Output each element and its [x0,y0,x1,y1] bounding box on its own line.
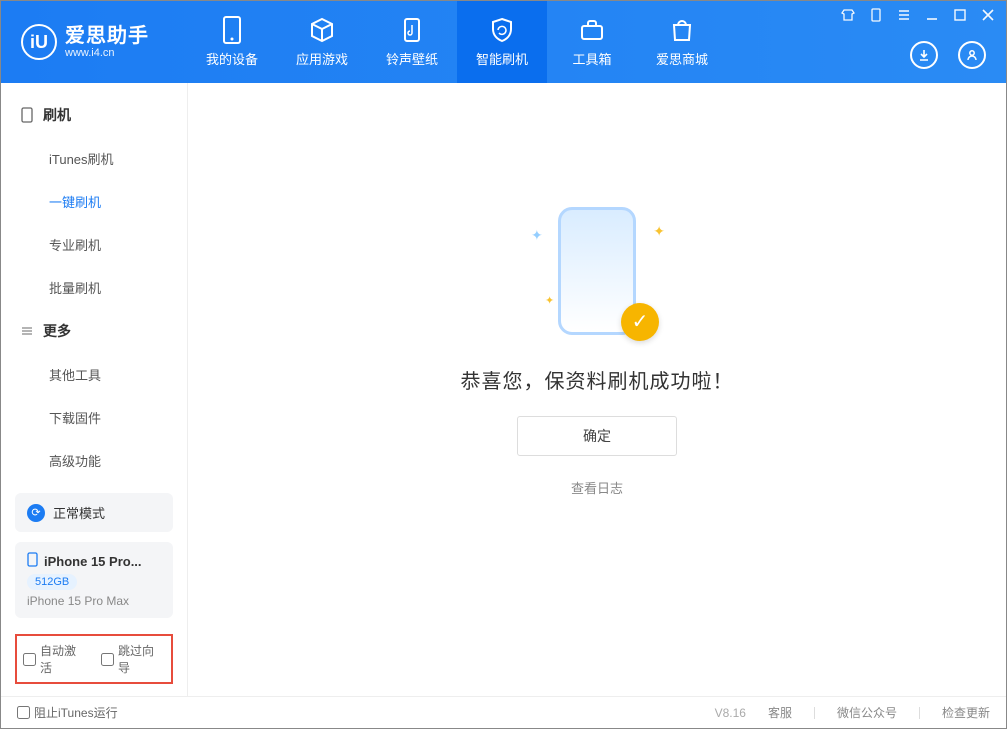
shield-sync-icon [488,16,516,44]
top-nav: 我的设备 应用游戏 铃声壁纸 智能刷机 工具箱 爱思商城 [187,1,727,83]
footer-link-wechat[interactable]: 微信公众号 [837,704,897,721]
device-mode-label: 正常模式 [53,503,105,522]
sidebar-item-pro-flash[interactable]: 专业刷机 [1,223,187,266]
brand-site: www.i4.cn [65,47,149,59]
download-icon[interactable] [910,41,938,69]
cube-icon [308,16,336,44]
sidebar-item-advanced[interactable]: 高级功能 [1,439,187,482]
checkbox-label: 阻止iTunes运行 [34,704,118,721]
nav-smart-flash[interactable]: 智能刷机 [457,1,547,83]
device-small-icon [19,107,35,123]
brand-title: 爱思助手 [65,25,149,47]
checkbox-label: 跳过向导 [118,642,165,676]
brand-logo-icon: iU [21,24,57,60]
minimize-icon[interactable] [924,7,940,23]
nav-my-device[interactable]: 我的设备 [187,1,277,83]
checkbox-input[interactable] [17,706,30,719]
check-badge-icon: ✓ [621,303,659,341]
toolbox-icon [578,16,606,44]
sidebar: 刷机 iTunes刷机 一键刷机 专业刷机 批量刷机 更多 其他工具 下载固件 … [1,83,187,696]
nav-store[interactable]: 爱思商城 [637,1,727,83]
sidebar-item-onekey-flash[interactable]: 一键刷机 [1,180,187,223]
checkbox-block-itunes[interactable]: 阻止iTunes运行 [17,704,118,721]
main-content: ✦ ✦ ✦ ✓ 恭喜您，保资料刷机成功啦！ 确定 查看日志 [187,83,1006,696]
sparkle-icon: ✦ [653,223,665,240]
version-label: V8.16 [715,706,746,720]
sidebar-group-more[interactable]: 更多 [1,309,187,353]
footer-link-update[interactable]: 检查更新 [942,704,990,721]
app-header: iU 爱思助手 www.i4.cn 我的设备 应用游戏 铃声壁纸 智能刷机 [1,1,1006,83]
nav-label: 铃声壁纸 [386,49,438,68]
maximize-icon[interactable] [952,7,968,23]
nav-apps-games[interactable]: 应用游戏 [277,1,367,83]
sidebar-group-label: 刷机 [43,105,71,125]
menu-icon[interactable] [896,7,912,23]
nav-label: 工具箱 [572,49,611,68]
checkbox-skip-wizard[interactable]: 跳过向导 [101,642,165,676]
close-icon[interactable] [980,7,996,23]
checkbox-input[interactable] [23,653,36,666]
nav-label: 爱思商城 [656,49,708,68]
feedback-icon[interactable] [868,7,884,23]
sparkle-icon: ✦ [531,227,543,244]
flash-options-box: 自动激活 跳过向导 [15,634,173,684]
checkbox-label: 自动激活 [40,642,87,676]
more-icon [19,323,35,339]
sidebar-item-other-tools[interactable]: 其他工具 [1,353,187,396]
divider [919,707,920,719]
device-small-icon [27,552,38,570]
device-icon [218,16,246,44]
success-illustration: ✦ ✦ ✦ ✓ [527,203,667,343]
checkbox-auto-activate[interactable]: 自动激活 [23,642,87,676]
sync-icon: ⟳ [27,504,45,522]
sidebar-item-download-firmware[interactable]: 下载固件 [1,396,187,439]
footer-link-support[interactable]: 客服 [768,704,792,721]
nav-label: 应用游戏 [296,49,348,68]
music-icon [398,16,426,44]
footer: 阻止iTunes运行 V8.16 客服 微信公众号 检查更新 [1,696,1006,728]
sidebar-item-itunes-flash[interactable]: iTunes刷机 [1,137,187,180]
nav-label: 智能刷机 [476,49,528,68]
user-icon[interactable] [958,41,986,69]
skin-icon[interactable] [840,7,856,23]
device-mode-status[interactable]: ⟳ 正常模式 [15,493,173,532]
brand: iU 爱思助手 www.i4.cn [1,1,187,83]
device-capacity-badge: 512GB [27,574,77,590]
success-message: 恭喜您，保资料刷机成功啦！ [461,365,734,394]
view-log-link[interactable]: 查看日志 [571,478,623,497]
nav-toolbox[interactable]: 工具箱 [547,1,637,83]
sidebar-group-flash[interactable]: 刷机 [1,93,187,137]
bag-icon [668,16,696,44]
nav-label: 我的设备 [206,49,258,68]
device-name-full: iPhone 15 Pro Max [27,594,161,608]
checkbox-input[interactable] [101,653,114,666]
nav-ringtones[interactable]: 铃声壁纸 [367,1,457,83]
sparkle-icon: ✦ [545,294,554,307]
ok-button[interactable]: 确定 [517,416,677,456]
sidebar-group-label: 更多 [43,321,71,341]
sidebar-item-batch-flash[interactable]: 批量刷机 [1,266,187,309]
divider [814,707,815,719]
device-name-short: iPhone 15 Pro... [44,554,142,569]
device-card[interactable]: iPhone 15 Pro... 512GB iPhone 15 Pro Max [15,542,173,618]
window-controls [840,7,996,23]
